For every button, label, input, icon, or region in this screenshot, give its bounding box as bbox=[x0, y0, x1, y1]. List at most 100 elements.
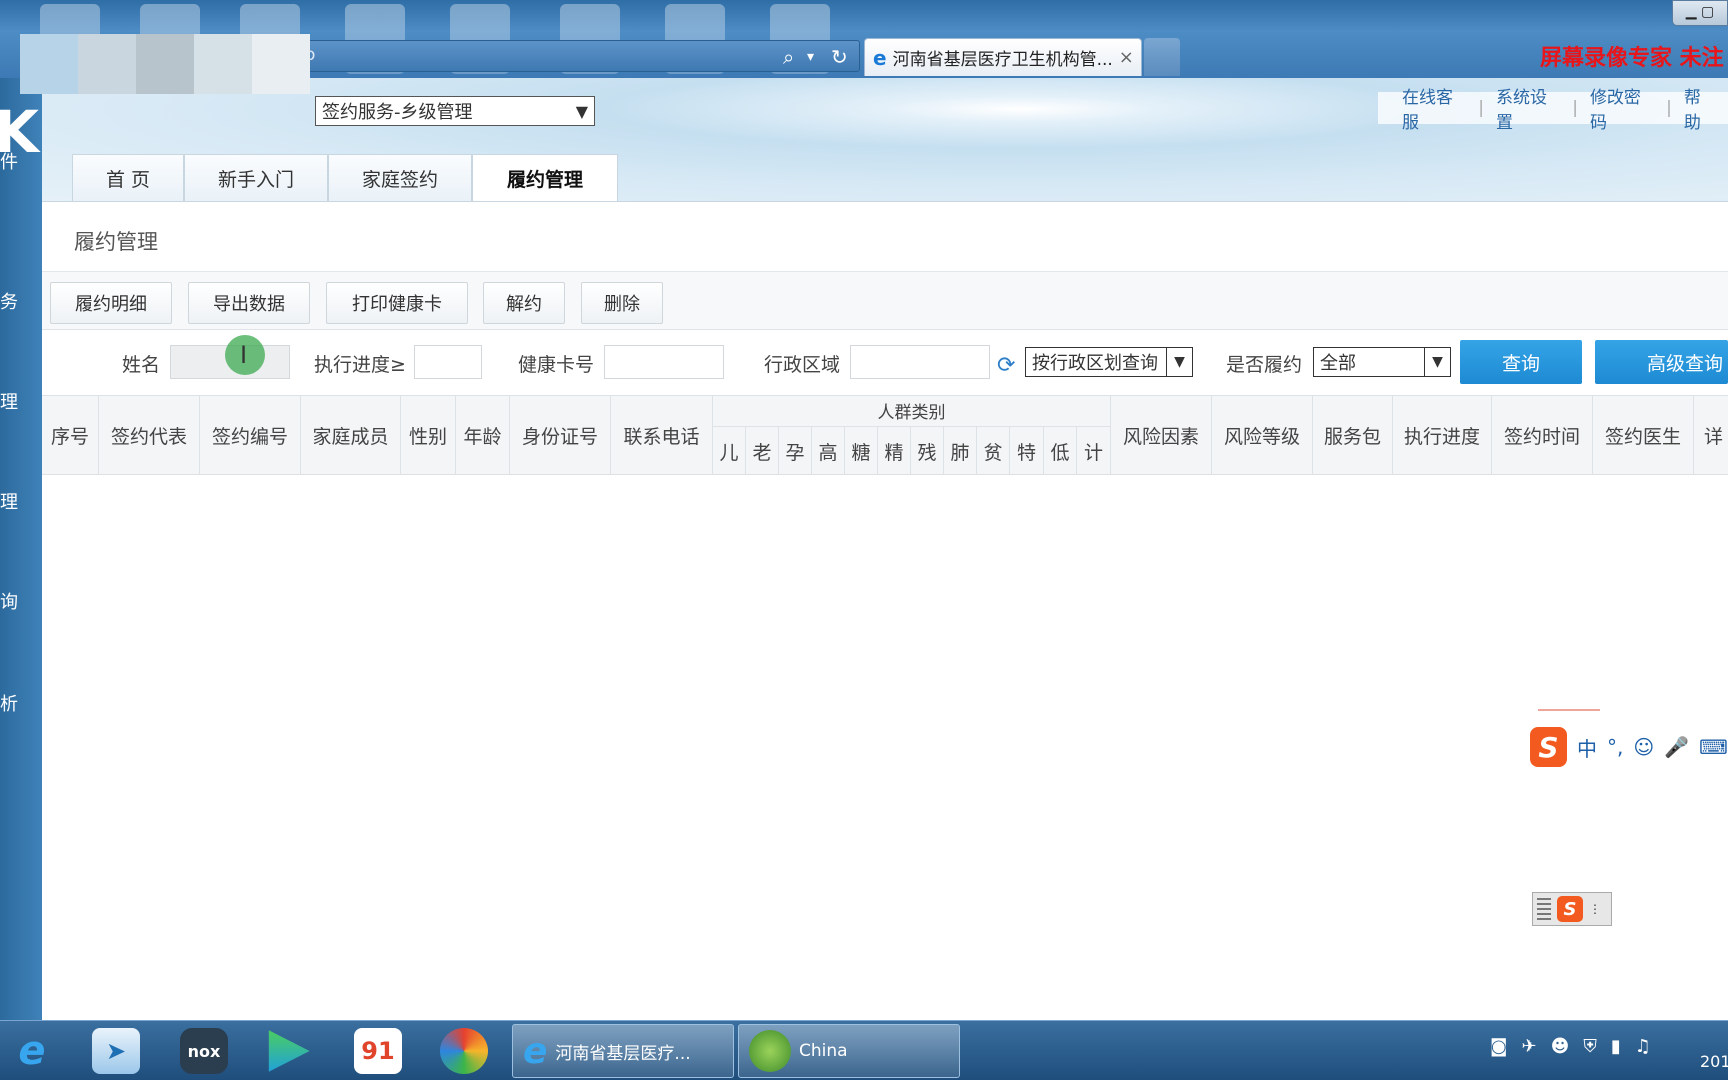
col-sub-low-income[interactable]: 低 bbox=[1044, 427, 1077, 475]
refresh-region-icon[interactable]: ⟳ bbox=[997, 353, 1015, 378]
ime-punct[interactable]: °, bbox=[1607, 735, 1623, 759]
new-tab-button[interactable] bbox=[1144, 38, 1180, 76]
col-sub-elderly[interactable]: 老 bbox=[746, 427, 779, 475]
col-sub-poor[interactable]: 贫 bbox=[977, 427, 1010, 475]
region-input[interactable] bbox=[850, 345, 990, 379]
print-card-button[interactable]: 打印健康卡 bbox=[326, 282, 468, 324]
col-age[interactable]: 年龄 bbox=[456, 395, 510, 475]
sogou-icon[interactable]: S bbox=[1530, 727, 1567, 767]
col-sub-mental[interactable]: 精 bbox=[878, 427, 911, 475]
camera-tray-icon[interactable]: ◙ bbox=[1490, 1036, 1507, 1057]
close-tab-icon[interactable]: × bbox=[1119, 47, 1134, 68]
nox-icon[interactable]: nox bbox=[180, 1028, 228, 1074]
card-input[interactable] bbox=[604, 345, 724, 379]
col-sub-diabetes[interactable]: 糖 bbox=[845, 427, 878, 475]
fulfilled-select[interactable]: 全部 ▼ bbox=[1313, 347, 1451, 377]
card-label: 健康卡号 bbox=[518, 354, 595, 376]
advanced-query-button[interactable]: 高级查询 bbox=[1595, 340, 1728, 384]
keyboard-icon[interactable]: ⌨ bbox=[1699, 735, 1728, 759]
clock[interactable]: 201 bbox=[1700, 1052, 1728, 1071]
col-sub-lung[interactable]: 肺 bbox=[944, 427, 977, 475]
chevron-down-icon: ▼ bbox=[575, 101, 588, 121]
dropdown-icon[interactable]: ▾ bbox=[807, 49, 814, 65]
ie-icon: e bbox=[523, 1030, 548, 1072]
main-nav: 首 页 新手入门 家庭签约 履约管理 bbox=[72, 154, 618, 202]
tab-home[interactable]: 首 页 bbox=[72, 154, 184, 202]
detail-button[interactable]: 履约明细 bbox=[50, 282, 172, 324]
col-service-package[interactable]: 服务包 bbox=[1313, 395, 1393, 475]
link-help[interactable]: 帮助 bbox=[1672, 83, 1728, 133]
emoji-icon[interactable]: ☺ bbox=[1633, 735, 1654, 759]
app-91-icon[interactable]: 91 bbox=[354, 1028, 402, 1074]
col-group-population: 人群类别 bbox=[713, 395, 1111, 427]
search-icon[interactable]: ⌕ bbox=[783, 45, 794, 69]
colorful-app-icon[interactable] bbox=[440, 1028, 488, 1074]
recorder-watermark: 屏幕录像专家 未注 bbox=[1540, 45, 1724, 71]
rail-item[interactable]: 务 bbox=[0, 288, 18, 314]
col-sub-family-planning[interactable]: 计 bbox=[1077, 427, 1111, 475]
blurred-region bbox=[20, 34, 310, 94]
col-id-number[interactable]: 身份证号 bbox=[510, 395, 611, 475]
rail-item[interactable]: 理 bbox=[0, 488, 18, 514]
refresh-icon[interactable]: ↻ bbox=[831, 45, 848, 69]
shield-tray-icon[interactable]: ⛨ bbox=[1583, 1036, 1597, 1057]
minimize-button[interactable]: ▁ ▢ bbox=[1672, 0, 1728, 26]
col-sub-child[interactable]: 儿 bbox=[713, 427, 746, 475]
col-index[interactable]: 序号 bbox=[42, 395, 99, 475]
ie-taskbar-icon[interactable]: e bbox=[8, 1028, 56, 1074]
rail-item[interactable]: 询 bbox=[0, 588, 18, 614]
col-sub-disabled[interactable]: 残 bbox=[911, 427, 944, 475]
link-change-password[interactable]: 修改密码 bbox=[1578, 83, 1666, 133]
col-sub-pregnant[interactable]: 孕 bbox=[779, 427, 812, 475]
progress-input[interactable] bbox=[414, 345, 482, 379]
delete-button[interactable]: 删除 bbox=[581, 282, 663, 324]
bird-app-icon[interactable]: ➤ bbox=[92, 1028, 140, 1074]
system-select[interactable]: 签约服务-乡级管理 ▼ bbox=[315, 96, 595, 126]
col-risk-level[interactable]: 风险等级 bbox=[1212, 395, 1313, 475]
col-representative[interactable]: 签约代表 bbox=[99, 395, 200, 475]
col-risk-factors[interactable]: 风险因素 bbox=[1111, 395, 1212, 475]
chevron-down-icon[interactable]: ⋮ bbox=[1589, 902, 1601, 916]
qq-tray-icon[interactable]: ☻ bbox=[1551, 1036, 1570, 1057]
network-icon[interactable]: ▮ bbox=[1611, 1036, 1621, 1057]
col-sub-special[interactable]: 特 bbox=[1010, 427, 1044, 475]
col-gender[interactable]: 性别 bbox=[401, 395, 456, 475]
name-label: 姓名 bbox=[122, 354, 161, 376]
col-sign-time[interactable]: 签约时间 bbox=[1492, 395, 1593, 475]
rail-item[interactable]: 理 bbox=[0, 388, 18, 414]
col-family-members[interactable]: 家庭成员 bbox=[301, 395, 401, 475]
ime-mode[interactable]: 中 bbox=[1577, 733, 1597, 762]
system-select-value: 签约服务-乡级管理 bbox=[322, 102, 473, 123]
drag-handle-icon[interactable] bbox=[1537, 898, 1551, 920]
address-bar[interactable]: o ⌕ ▾ ↻ bbox=[300, 40, 860, 72]
col-sub-hypertension[interactable]: 高 bbox=[812, 427, 845, 475]
export-button[interactable]: 导出数据 bbox=[188, 282, 310, 324]
chevron-down-icon: ▼ bbox=[1424, 348, 1450, 376]
tab-fulfillment[interactable]: 履约管理 bbox=[472, 154, 618, 202]
china-app-icon bbox=[749, 1030, 791, 1072]
bird-tray-icon[interactable]: ✈ bbox=[1521, 1036, 1536, 1057]
sogou-icon[interactable]: S bbox=[1557, 896, 1583, 922]
ime-toolbar[interactable]: S 中 °, ☺ 🎤 ⌨ bbox=[1530, 726, 1728, 768]
query-button[interactable]: 查询 bbox=[1460, 340, 1582, 384]
col-detail[interactable]: 详 bbox=[1694, 395, 1728, 475]
link-online-service[interactable]: 在线客服 bbox=[1390, 83, 1478, 133]
volume-icon[interactable]: ♫ bbox=[1635, 1036, 1651, 1057]
link-settings[interactable]: 系统设置 bbox=[1484, 83, 1572, 133]
col-progress[interactable]: 执行进度 bbox=[1393, 395, 1492, 475]
col-phone[interactable]: 联系电话 bbox=[611, 395, 713, 475]
taskbar-window-browser[interactable]: e 河南省基层医疗... bbox=[512, 1024, 734, 1078]
ime-mini-bar[interactable]: S ⋮ bbox=[1532, 892, 1612, 926]
browser-tab[interactable]: e 河南省基层医疗卫生机构管... × bbox=[864, 38, 1142, 76]
terminate-button[interactable]: 解约 bbox=[483, 282, 565, 324]
fulfilled-label: 是否履约 bbox=[1226, 354, 1303, 376]
region-mode-select[interactable]: 按行政区划查询 ▼ bbox=[1025, 347, 1193, 377]
tab-family-signing[interactable]: 家庭签约 bbox=[328, 154, 472, 202]
microphone-icon[interactable]: 🎤 bbox=[1664, 735, 1689, 759]
col-sign-number[interactable]: 签约编号 bbox=[200, 395, 301, 475]
tab-getting-started[interactable]: 新手入门 bbox=[184, 154, 328, 202]
rail-item[interactable]: 析 bbox=[0, 690, 18, 716]
taskbar-window-china[interactable]: China bbox=[738, 1024, 960, 1078]
col-doctor[interactable]: 签约医生 bbox=[1593, 395, 1694, 475]
rail-item[interactable]: 件 bbox=[0, 148, 18, 174]
